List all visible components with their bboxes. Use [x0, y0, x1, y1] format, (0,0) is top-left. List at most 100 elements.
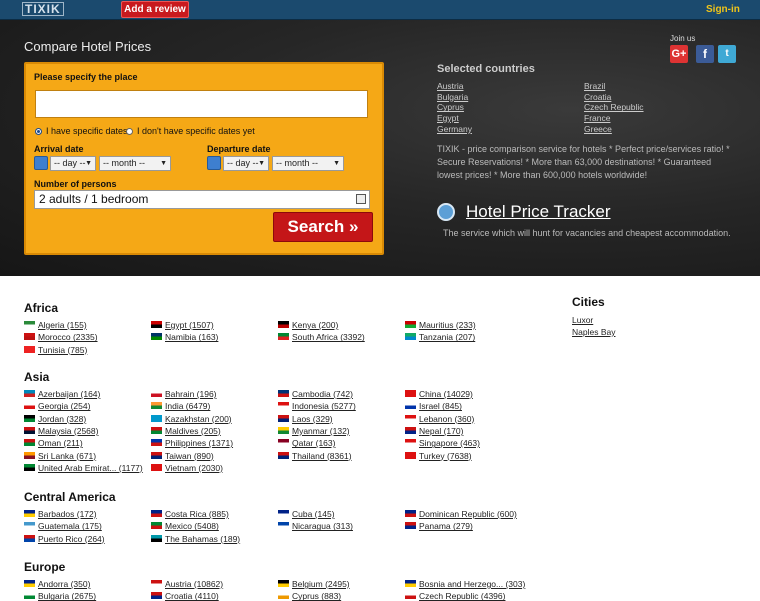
- add-review-button[interactable]: Add a review: [121, 1, 189, 18]
- country-link[interactable]: Belgium (2495): [278, 579, 350, 589]
- country-link[interactable]: China (14029): [405, 389, 473, 399]
- flag-icon: [151, 580, 162, 587]
- country-label: China (14029): [419, 389, 473, 399]
- selected-country-link[interactable]: Germany: [437, 124, 472, 134]
- country-link[interactable]: India (6479): [151, 401, 210, 411]
- site-logo[interactable]: TIXIK: [22, 2, 64, 16]
- place-input[interactable]: [35, 90, 368, 118]
- country-link[interactable]: Morocco (2335): [24, 332, 98, 342]
- country-link[interactable]: Vietnam (2030): [151, 463, 223, 473]
- country-link[interactable]: Taiwan (890): [151, 451, 214, 461]
- country-label: Tanzania (207): [419, 332, 476, 343]
- country-link[interactable]: Bahrain (196): [151, 389, 217, 399]
- selected-country-link[interactable]: France: [584, 113, 610, 123]
- country-link[interactable]: Algeria (155): [24, 320, 87, 330]
- country-label: Guatemala (175): [38, 521, 102, 532]
- facebook-icon[interactable]: f: [696, 45, 714, 63]
- google-plus-icon[interactable]: G+: [670, 45, 688, 63]
- country-link[interactable]: The Bahamas (189): [151, 534, 240, 544]
- country-label: Austria (10862): [165, 579, 224, 589]
- magnifier-icon: [437, 203, 455, 221]
- departure-month-select[interactable]: -- month -- ▼: [272, 156, 344, 171]
- selected-country-link[interactable]: Brazil: [584, 81, 605, 91]
- country-link[interactable]: Oman (211): [24, 438, 83, 448]
- country-link[interactable]: Panama (279): [405, 521, 473, 531]
- radio-selected-icon[interactable]: [35, 128, 42, 135]
- country-link[interactable]: Qatar (163): [278, 438, 335, 448]
- country-link[interactable]: South Africa (3392): [278, 332, 365, 342]
- selected-country-link[interactable]: Egypt: [437, 113, 459, 123]
- dropdown-icon[interactable]: [356, 194, 366, 204]
- country-label: Nicaragua (313): [292, 521, 353, 532]
- selected-country-link[interactable]: Bulgaria: [437, 92, 468, 102]
- persons-select[interactable]: 2 adults / 1 bedroom: [34, 190, 370, 209]
- country-link[interactable]: Malaysia (2568): [24, 426, 98, 436]
- place-label: Please specify the place: [34, 72, 138, 82]
- flag-icon: [24, 510, 35, 517]
- country-link[interactable]: Myanmar (132): [278, 426, 350, 436]
- selected-country-link[interactable]: Austria: [437, 81, 463, 91]
- country-link[interactable]: Bosnia and Herzego... (303): [405, 579, 525, 589]
- country-link[interactable]: Laos (329): [278, 414, 333, 424]
- country-link[interactable]: Costa Rica (885): [151, 509, 229, 519]
- selected-country-link[interactable]: Cyprus: [437, 102, 464, 112]
- flag-icon: [405, 510, 416, 517]
- country-link[interactable]: Namibia (163): [151, 332, 218, 342]
- country-link[interactable]: Tanzania (207): [405, 332, 475, 342]
- country-link[interactable]: Guatemala (175): [24, 521, 102, 531]
- country-link[interactable]: Kenya (200): [278, 320, 338, 330]
- country-link[interactable]: Jordan (328): [24, 414, 86, 424]
- country-label: Puerto Rico (264): [38, 533, 105, 544]
- search-button[interactable]: Search »: [273, 212, 373, 242]
- country-link[interactable]: Maldives (205): [151, 426, 221, 436]
- hotel-price-tracker-link[interactable]: Hotel Price Tracker: [466, 202, 611, 222]
- selected-country-link[interactable]: Greece: [584, 124, 612, 134]
- country-link[interactable]: Turkey (7638): [405, 451, 472, 461]
- country-link[interactable]: Cambodia (742): [278, 389, 353, 399]
- calendar-icon[interactable]: [34, 156, 48, 170]
- calendar-icon[interactable]: [207, 156, 221, 170]
- country-link[interactable]: Indonesia (5277): [278, 401, 356, 411]
- country-link[interactable]: Kazakhstan (200): [151, 414, 232, 424]
- flag-icon: [151, 522, 162, 530]
- arrival-month-select[interactable]: -- month -- ▼: [99, 156, 171, 171]
- flag-icon: [24, 414, 35, 422]
- country-link[interactable]: United Arab Emirat... (1177): [24, 463, 143, 473]
- flag-icon: [405, 426, 416, 434]
- country-link[interactable]: Egypt (1507): [151, 320, 214, 330]
- radio-empty-icon[interactable]: [126, 128, 133, 135]
- country-link[interactable]: Singapore (463): [405, 438, 480, 448]
- country-link[interactable]: Thailand (8361): [278, 451, 352, 461]
- signin-link[interactable]: Sign-in: [706, 4, 740, 15]
- country-link[interactable]: Austria (10862): [151, 579, 223, 589]
- country-link[interactable]: Azerbaijan (164): [24, 389, 100, 399]
- radio-no-specific-dates[interactable]: I don't have specific dates yet: [126, 126, 255, 136]
- selected-country-link[interactable]: Croatia: [584, 92, 611, 102]
- twitter-icon[interactable]: t: [718, 45, 736, 63]
- country-label: Israel (845): [419, 401, 462, 412]
- country-link[interactable]: Nicaragua (313): [278, 521, 353, 531]
- arrival-day-select[interactable]: -- day -- ▼: [50, 156, 96, 171]
- city-link[interactable]: Naples Bay: [572, 327, 615, 337]
- selected-country-link[interactable]: Czech Republic: [584, 102, 644, 112]
- flag-icon: [278, 451, 289, 459]
- country-link[interactable]: Israel (845): [405, 401, 462, 411]
- country-link[interactable]: Andorra (350): [24, 579, 90, 589]
- country-link[interactable]: Mexico (5408): [151, 521, 219, 531]
- country-link[interactable]: Puerto Rico (264): [24, 534, 105, 544]
- departure-day-select[interactable]: -- day -- ▼: [223, 156, 269, 171]
- country-link[interactable]: Tunisia (785): [24, 345, 87, 355]
- country-link[interactable]: Barbados (172): [24, 509, 97, 519]
- country-link[interactable]: Cuba (145): [278, 509, 335, 519]
- country-link[interactable]: Mauritius (233): [405, 320, 476, 330]
- city-link[interactable]: Luxor: [572, 315, 593, 325]
- country-link[interactable]: Nepal (170): [405, 426, 463, 436]
- radio-specific-dates[interactable]: I have specific dates: [35, 126, 128, 136]
- country-link[interactable]: Sri Lanka (671): [24, 451, 96, 461]
- country-label: Laos (329): [292, 413, 333, 424]
- country-link[interactable]: Georgia (254): [24, 401, 90, 411]
- country-link[interactable]: Lebanon (360): [405, 414, 474, 424]
- country-link[interactable]: Philippines (1371): [151, 438, 233, 448]
- country-link[interactable]: Dominican Republic (600): [405, 509, 517, 519]
- flag-icon: [405, 522, 416, 530]
